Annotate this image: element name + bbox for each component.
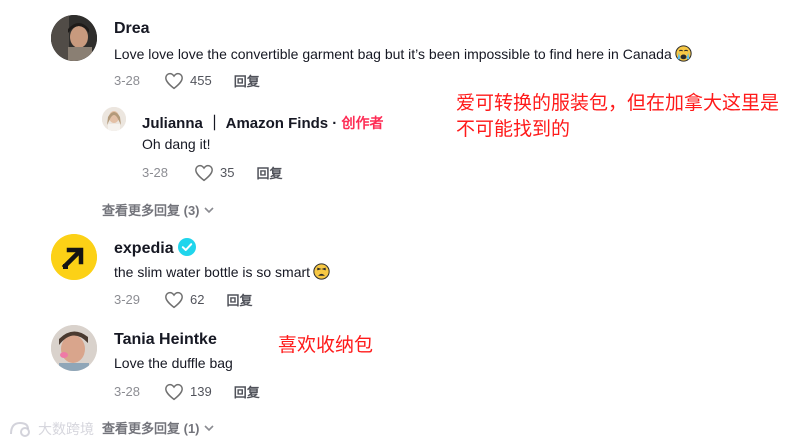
view-more-label: 查看更多回复 (3): [102, 203, 200, 218]
comment-username[interactable]: expedia: [114, 240, 174, 257]
weary-face-icon: [313, 263, 330, 283]
annotation-note: 爱可转换的服装包，但在加拿大这里是不可能找到的: [456, 92, 780, 140]
avatar-tania-heintke[interactable]: [51, 325, 97, 371]
comment-text-body: Love love love the convertible garment b…: [114, 46, 672, 62]
like-count: 35: [220, 165, 235, 180]
separator-dot: ·: [328, 115, 342, 132]
comment-meta: 3-28 455 回复: [114, 71, 260, 90]
view-more-replies-button[interactable]: 查看更多回复 (1): [102, 418, 214, 437]
heart-icon: [165, 72, 183, 89]
like-button[interactable]: 35: [194, 164, 234, 182]
watermark-text: 大数跨境: [38, 421, 94, 437]
avatar-photo: [51, 325, 97, 371]
crying-face-icon: [675, 45, 692, 65]
like-button[interactable]: 62: [164, 291, 204, 309]
reply-button[interactable]: 回复: [226, 290, 252, 309]
reply-button[interactable]: 回复: [234, 71, 260, 90]
comment-username-line: expedia: [114, 238, 196, 261]
reply-button[interactable]: 回复: [234, 382, 260, 401]
comment-meta: 3-29 62 回复: [114, 290, 252, 309]
avatar-julianna[interactable]: [102, 107, 126, 131]
chevron-down-icon: [203, 206, 214, 213]
watermark: 大数跨境: [8, 419, 94, 439]
heart-icon: [165, 383, 183, 400]
comment-text: Love love love the convertible garment b…: [114, 45, 692, 65]
comment-text: Love the duffle bag: [114, 355, 233, 371]
reply-text: Oh dang it!: [142, 136, 211, 152]
comment-text-body: the slim water bottle is so smart: [114, 264, 311, 280]
chevron-down-icon: [203, 424, 214, 431]
creator-badge: 创作者: [341, 115, 384, 131]
like-count: 139: [190, 384, 212, 399]
comment-date: 3-29: [114, 292, 141, 307]
avatar-drea[interactable]: [51, 15, 97, 61]
like-count: 62: [190, 292, 205, 307]
heart-icon: [195, 164, 213, 181]
like-button[interactable]: 455: [164, 72, 212, 90]
view-more-replies-button[interactable]: 查看更多回复 (3): [102, 200, 214, 219]
comment-username[interactable]: Tania Heintke: [114, 331, 217, 349]
reply-username-line: Julianna ｜ Amazon Finds · 创作者: [142, 112, 383, 133]
reply-button[interactable]: 回复: [256, 163, 282, 182]
reply-username[interactable]: Julianna ｜ Amazon Finds: [142, 115, 328, 132]
comment-text: the slim water bottle is so smart: [114, 263, 330, 283]
view-more-label: 查看更多回复 (1): [102, 421, 200, 436]
heart-icon: [165, 291, 183, 308]
like-button[interactable]: 139: [164, 383, 212, 401]
comment-meta: 3-28 139 回复: [114, 382, 260, 401]
like-count: 455: [190, 73, 212, 88]
watermark-logo-icon: [10, 421, 30, 437]
verified-badge-icon: [177, 238, 196, 261]
expedia-logo-icon: [51, 234, 97, 280]
avatar-expedia[interactable]: [51, 234, 97, 280]
reply-meta: 3-28 35 回复: [142, 163, 282, 182]
comment-date: 3-28: [114, 384, 141, 399]
comment-date: 3-28: [114, 73, 141, 88]
comment-username[interactable]: Drea: [114, 20, 150, 38]
annotation-note: 喜欢收纳包: [278, 334, 374, 356]
avatar-photo: [102, 107, 126, 131]
avatar-photo: [51, 15, 97, 61]
reply-date: 3-28: [142, 165, 169, 180]
